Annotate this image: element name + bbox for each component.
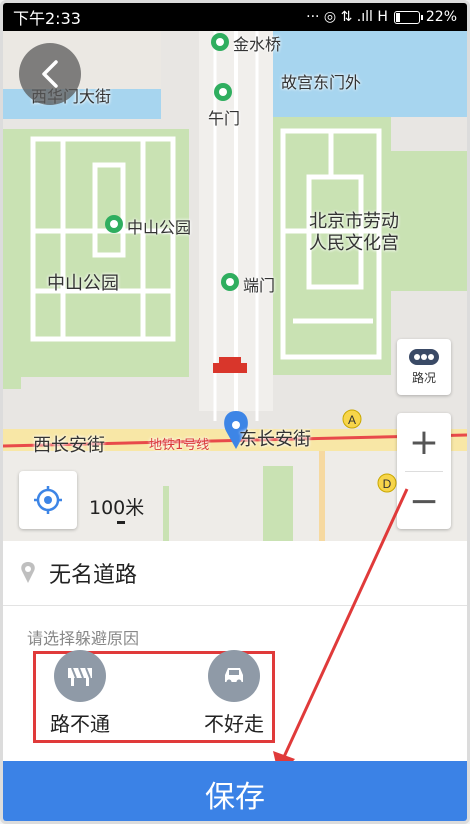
status-time: 下午2:33 bbox=[13, 9, 81, 28]
traffic-icon bbox=[409, 348, 439, 365]
label-zhongshan-park: 中山公园 bbox=[47, 273, 119, 294]
label-gugong-dongmen: 故宫东门外 bbox=[281, 73, 362, 92]
svg-text:D: D bbox=[383, 477, 392, 491]
reason-road-blocked-label: 路不通 bbox=[50, 712, 110, 736]
label-dongchangan: 东长安街 bbox=[239, 429, 311, 450]
label-wumen: 午门 bbox=[208, 109, 241, 128]
traffic-button[interactable]: 路况 bbox=[397, 339, 451, 395]
save-button[interactable]: 保存 bbox=[3, 761, 467, 821]
zoom-in-button[interactable]: + bbox=[397, 413, 451, 471]
traffic-label: 路况 bbox=[411, 370, 436, 385]
reasons-highlight-box: 路不通 不好走 bbox=[33, 650, 275, 743]
signal-icons: ··· ◎ ⇅ .ıll H bbox=[306, 9, 388, 25]
reason-road-blocked[interactable]: 路不通 bbox=[50, 650, 110, 737]
tiananmen-icon bbox=[213, 363, 247, 373]
map-scale: 100米 bbox=[89, 497, 145, 519]
roadblock-icon bbox=[68, 667, 92, 686]
label-jinshuiqiao: 金水桥 bbox=[233, 35, 282, 54]
svg-text:A: A bbox=[348, 413, 356, 427]
map-pin-icon bbox=[21, 562, 35, 583]
label-laodong-2: 人民文化宫 bbox=[309, 233, 399, 254]
map-scale-bar bbox=[117, 521, 125, 524]
reason-title: 请选择躲避原因 bbox=[27, 629, 140, 648]
car-icon bbox=[225, 668, 243, 685]
zoom-control: + − bbox=[397, 413, 451, 529]
reason-hard-to-drive-label: 不好走 bbox=[204, 712, 264, 736]
label-xichangan: 西长安街 bbox=[33, 435, 105, 456]
poi-duanmen-icon bbox=[221, 273, 239, 291]
status-bar: 下午2:33 ··· ◎ ⇅ .ıll H 22% bbox=[3, 3, 467, 31]
chevron-left-icon bbox=[42, 60, 58, 88]
road-info-row: 无名道路 bbox=[3, 541, 467, 606]
label-duanmen: 端门 bbox=[243, 276, 276, 295]
reason-hard-to-drive[interactable]: 不好走 bbox=[204, 650, 264, 737]
road-name: 无名道路 bbox=[49, 563, 138, 588]
poi-jinshuiqiao-icon bbox=[211, 33, 229, 51]
battery-percent: 22% bbox=[425, 9, 457, 25]
label-subway: 地铁1号线 bbox=[149, 438, 210, 453]
poi-wumen-icon bbox=[214, 83, 232, 101]
locate-button[interactable] bbox=[19, 471, 77, 529]
app-frame: 下午2:33 ··· ◎ ⇅ .ıll H 22% A D 金水桥 故宫东门外 … bbox=[0, 0, 470, 824]
zoom-out-button[interactable]: − bbox=[397, 472, 451, 530]
locate-icon bbox=[34, 486, 62, 514]
poi-zhongshan-park-icon bbox=[105, 215, 123, 233]
back-button[interactable] bbox=[19, 43, 81, 105]
label-zhongshan-park-poi: 中山公园 bbox=[127, 218, 192, 237]
map-view[interactable]: A D 金水桥 西华门大街 故宫东门外 午门 中山公园 中山公园 北京市劳动 人… bbox=[3, 31, 467, 541]
battery-icon bbox=[393, 10, 423, 24]
